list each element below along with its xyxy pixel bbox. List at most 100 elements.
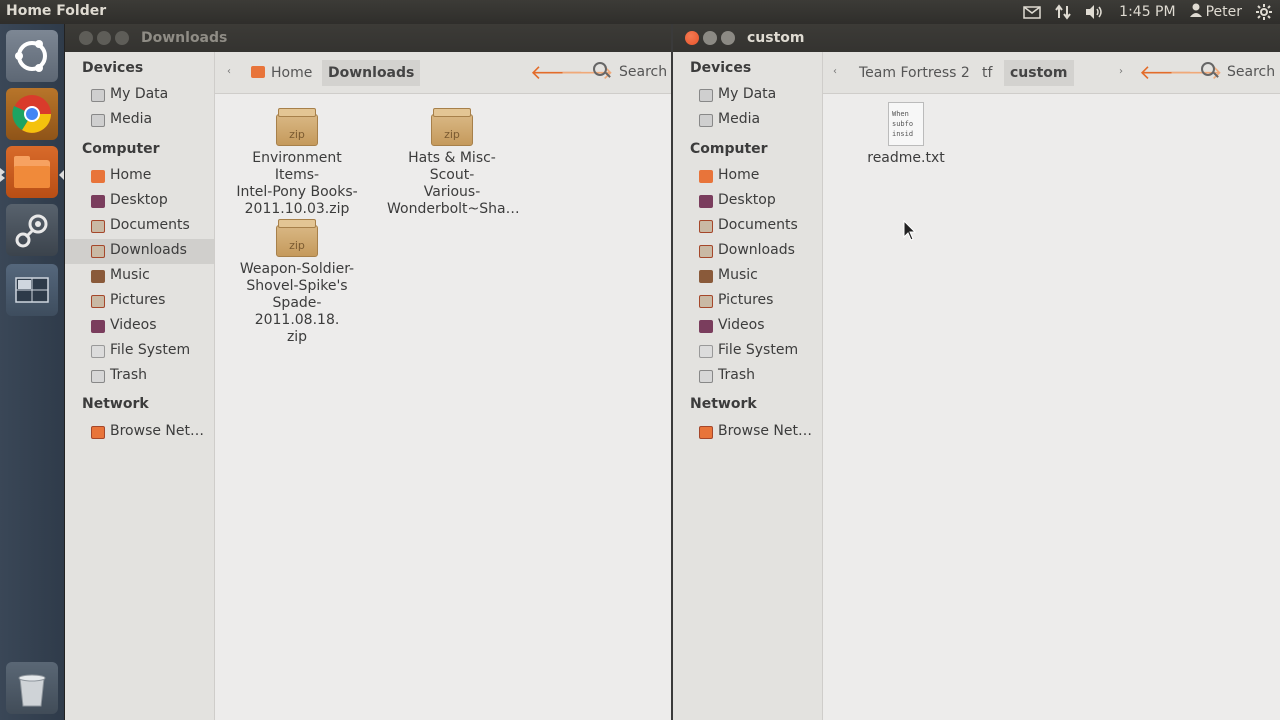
sidebar-item-documents[interactable]: Documents xyxy=(673,214,822,239)
close-button[interactable] xyxy=(685,31,699,45)
sidebar-item-home[interactable]: Home xyxy=(673,164,822,189)
file-name-line: zip xyxy=(286,329,308,345)
file-name-line: Various- xyxy=(423,184,481,200)
home-icon xyxy=(251,66,265,78)
breadcrumb-label: Home xyxy=(271,65,313,81)
minimize-button[interactable] xyxy=(703,31,717,45)
network-header: Network xyxy=(82,396,149,412)
file-item[interactable]: zip Environment Items- Intel-Pony Books-… xyxy=(232,108,362,218)
sidebar-item-file-system[interactable]: File System xyxy=(65,339,214,364)
workspace-switcher-icon[interactable] xyxy=(6,264,58,316)
chrome-icon[interactable] xyxy=(6,88,58,140)
file-name-line: Spade-2011.08.18. xyxy=(254,295,340,328)
clock[interactable]: 1:45 PM xyxy=(1119,4,1175,20)
breadcrumb-home[interactable]: Home xyxy=(245,60,318,86)
sidebar-item-label: Videos xyxy=(718,317,765,333)
documents-folder-icon xyxy=(699,220,713,233)
sidebar-item-trash[interactable]: Trash xyxy=(673,364,822,389)
sidebar-item-label: Pictures xyxy=(718,292,774,308)
search-label[interactable]: Search xyxy=(619,64,667,80)
file-manager-window-downloads: Downloads Devices My Data Media Computer… xyxy=(65,24,671,720)
volume-icon[interactable] xyxy=(1085,4,1105,20)
sidebar-item-media[interactable]: Media xyxy=(673,108,822,133)
ubuntu-dash-icon[interactable] xyxy=(6,30,58,82)
file-name-line: Hats & Misc-Scout- xyxy=(408,150,496,183)
sidebar-item-label: File System xyxy=(718,342,799,358)
zip-archive-icon: zip xyxy=(431,108,473,146)
sidebar-item-label: My Data xyxy=(718,86,777,102)
sidebar-item-pictures[interactable]: Pictures xyxy=(65,289,214,314)
breadcrumb-scroll-right[interactable]: › xyxy=(1119,66,1123,77)
sidebar-item-browse-network[interactable]: Browse Net… xyxy=(65,420,214,445)
file-view: When subfo insid readme.txt xyxy=(823,94,1280,720)
sidebar-item-file-system[interactable]: File System xyxy=(673,339,822,364)
search-icon[interactable] xyxy=(593,62,607,76)
files-icon[interactable] xyxy=(6,146,58,198)
search-icon[interactable] xyxy=(1201,62,1215,76)
sidebar-item-my-data[interactable]: My Data xyxy=(673,83,822,108)
user-menu[interactable]: Peter xyxy=(1189,3,1242,21)
places-sidebar: Devices My Data Media Computer Home Desk… xyxy=(65,52,215,720)
drive-icon xyxy=(91,114,105,127)
trash-icon[interactable] xyxy=(6,662,58,714)
file-item[interactable]: zip Hats & Misc-Scout- Various- Wonderbo… xyxy=(387,108,520,218)
desktop-icon xyxy=(91,195,105,208)
sidebar-item-downloads[interactable]: Downloads xyxy=(65,239,214,264)
sidebar-item-music[interactable]: Music xyxy=(673,264,822,289)
launcher xyxy=(0,24,65,720)
file-item[interactable]: zip Weapon-Soldier- Shovel-Spike's Spade… xyxy=(232,219,362,346)
mail-icon[interactable] xyxy=(1023,5,1041,19)
sidebar-item-desktop[interactable]: Desktop xyxy=(673,189,822,214)
sidebar-item-my-data[interactable]: My Data xyxy=(65,83,214,108)
steam-icon[interactable] xyxy=(6,204,58,256)
close-button[interactable] xyxy=(79,31,93,45)
gear-icon[interactable] xyxy=(1256,4,1272,20)
preview-line: When xyxy=(892,110,909,118)
downloads-folder-icon xyxy=(699,245,713,258)
breadcrumb-downloads[interactable]: Downloads xyxy=(322,60,421,86)
sidebar-item-trash[interactable]: Trash xyxy=(65,364,214,389)
sidebar-item-videos[interactable]: Videos xyxy=(65,314,214,339)
sidebar-item-videos[interactable]: Videos xyxy=(673,314,822,339)
file-item[interactable]: When subfo insid readme.txt xyxy=(841,102,971,167)
maximize-button[interactable] xyxy=(115,31,129,45)
breadcrumb-team-fortress-2[interactable]: Team Fortress 2 xyxy=(853,60,976,86)
sidebar-item-label: Home xyxy=(110,167,152,183)
sidebar-item-home[interactable]: Home xyxy=(65,164,214,189)
file-name-line: Shovel-Spike's xyxy=(246,278,348,294)
pictures-folder-icon xyxy=(91,295,105,308)
network-icon[interactable] xyxy=(1055,4,1071,20)
sidebar-item-documents[interactable]: Documents xyxy=(65,214,214,239)
titlebar: Downloads xyxy=(65,24,671,52)
sidebar-item-downloads[interactable]: Downloads xyxy=(673,239,822,264)
network-icon xyxy=(91,426,105,439)
indicator-area: 1:45 PM Peter xyxy=(1023,0,1272,24)
file-name: readme.txt xyxy=(867,150,945,166)
breadcrumb-custom[interactable]: custom xyxy=(1004,60,1074,86)
file-name-line: Environment Items- xyxy=(252,150,342,183)
titlebar: custom xyxy=(673,24,1280,52)
minimize-button[interactable] xyxy=(97,31,111,45)
zip-label: zip xyxy=(289,128,305,141)
breadcrumb-scroll-left[interactable]: ‹ xyxy=(227,66,231,77)
file-name-line: 2011.10.03.zip xyxy=(244,201,350,217)
preview-line: insid xyxy=(892,130,914,138)
desktop-icon xyxy=(699,195,713,208)
breadcrumb-scroll-left[interactable]: ‹ xyxy=(833,66,837,77)
breadcrumb-tf[interactable]: tf xyxy=(976,60,998,86)
downloads-folder-icon xyxy=(91,245,105,258)
search-label[interactable]: Search xyxy=(1227,64,1275,80)
sidebar-item-media[interactable]: Media xyxy=(65,108,214,133)
file-name: Hats & Misc-Scout- Various- Wonderbolt~S… xyxy=(387,150,520,218)
sidebar-item-pictures[interactable]: Pictures xyxy=(673,289,822,314)
trash-icon xyxy=(699,370,713,383)
devices-header: Devices xyxy=(82,60,144,76)
sidebar-item-browse-network[interactable]: Browse Net… xyxy=(673,420,822,445)
computer-header: Computer xyxy=(690,141,768,157)
sidebar-item-music[interactable]: Music xyxy=(65,264,214,289)
sidebar-item-label: Documents xyxy=(110,217,190,233)
maximize-button[interactable] xyxy=(721,31,735,45)
sidebar-item-label: Browse Net… xyxy=(718,423,813,439)
sidebar-item-desktop[interactable]: Desktop xyxy=(65,189,214,214)
sidebar-item-label: Downloads xyxy=(718,242,795,258)
